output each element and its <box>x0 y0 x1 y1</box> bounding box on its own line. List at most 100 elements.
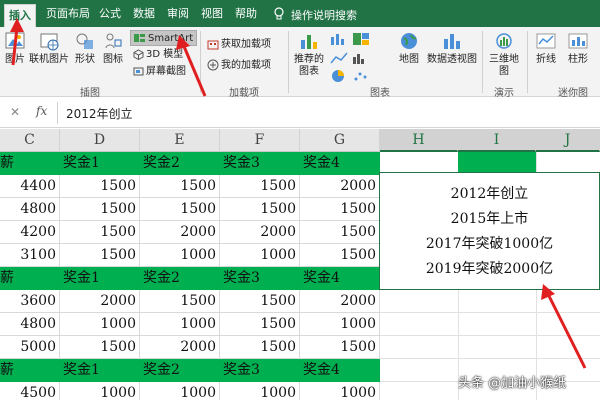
table-cell[interactable]: 1500 <box>60 221 140 244</box>
smartart-button[interactable]: SmartArt <box>130 30 198 46</box>
table-cell[interactable]: 2000 <box>140 221 220 244</box>
table-cell[interactable]: 1500 <box>60 198 140 221</box>
tab-data[interactable]: 数据 <box>130 6 158 27</box>
insert-function-icon[interactable]: fx <box>36 104 47 118</box>
table-cell[interactable]: 1500 <box>220 336 300 359</box>
green-filled-cell[interactable] <box>458 152 536 173</box>
table-cell[interactable]: 1500 <box>220 290 300 313</box>
cell-grid[interactable]: 薪 奖金1 奖金2 奖金3 奖金4 4400 1500 1500 1500 20… <box>0 152 600 400</box>
table-cell[interactable]: 2000 <box>220 221 300 244</box>
table-cell[interactable]: 1500 <box>300 336 380 359</box>
table-cell[interactable]: 1500 <box>300 198 380 221</box>
table-cell[interactable]: 奖金3 <box>220 267 300 290</box>
pivot-chart-button[interactable]: 数据透视图 <box>426 30 478 66</box>
table-cell[interactable]: 奖金1 <box>60 359 140 382</box>
online-picture-button[interactable]: 联机图片 <box>28 30 70 66</box>
worksheet[interactable]: C D E F G H I J 薪 奖金1 奖金2 奖金3 奖金4 4400 1… <box>0 129 600 400</box>
table-cell[interactable]: 1500 <box>60 244 140 267</box>
table-cell[interactable]: 1500 <box>140 175 220 198</box>
column-header-g[interactable]: G <box>300 129 380 152</box>
table-cell[interactable]: 1000 <box>140 244 220 267</box>
table-cell[interactable]: 1000 <box>300 382 380 400</box>
3d-map-button[interactable]: 三维地图 <box>486 30 522 78</box>
statistic-chart-icon[interactable] <box>352 51 370 65</box>
line-chart-icon[interactable] <box>330 51 348 65</box>
column-header-d[interactable]: D <box>60 129 140 152</box>
table-cell[interactable]: 1500 <box>140 198 220 221</box>
table-cell[interactable]: 2000 <box>300 290 380 313</box>
column-header-j[interactable]: J <box>536 129 600 152</box>
table-cell[interactable]: 1000 <box>140 313 220 336</box>
table-cell[interactable]: 4500 <box>0 382 60 400</box>
column-header-c[interactable]: C <box>0 129 60 152</box>
column-header-e[interactable]: E <box>140 129 220 152</box>
tab-review[interactable]: 审阅 <box>164 6 192 27</box>
table-cell[interactable]: 1500 <box>220 175 300 198</box>
table-cell[interactable]: 奖金4 <box>300 359 380 382</box>
table-cell[interactable]: 1000 <box>300 313 380 336</box>
sparkline-column-button[interactable]: 柱形 <box>564 30 592 66</box>
table-cell[interactable]: 3100 <box>0 244 60 267</box>
3d-model-button[interactable]: 3D 模型 <box>133 47 183 63</box>
sparkline-line-button[interactable]: 折线 <box>532 30 560 66</box>
table-cell[interactable]: 奖金2 <box>140 359 220 382</box>
cancel-edit-icon[interactable]: ✕ <box>10 105 20 119</box>
table-cell[interactable]: 薪 <box>0 267 60 290</box>
table-cell[interactable]: 奖金4 <box>300 267 380 290</box>
tell-me-search[interactable]: 操作说明搜索 <box>291 7 357 23</box>
icons-button[interactable]: 图标 <box>100 30 126 66</box>
table-cell[interactable]: 1000 <box>140 382 220 400</box>
tab-view[interactable]: 视图 <box>198 6 226 27</box>
get-addins-button[interactable]: 获取加载项 <box>207 37 271 53</box>
tab-formulas[interactable]: 公式 <box>96 6 124 27</box>
table-cell[interactable]: 1000 <box>60 313 140 336</box>
table-cell[interactable]: 1500 <box>300 244 380 267</box>
table-cell[interactable]: 4200 <box>0 221 60 244</box>
my-addins-button[interactable]: 我的加载项 <box>207 58 271 74</box>
table-cell[interactable]: 2000 <box>140 336 220 359</box>
text-box[interactable]: 2012年创立 2015年上市 2017年突破1000亿 2019年突破2000… <box>379 172 600 290</box>
table-cell[interactable]: 4800 <box>0 198 60 221</box>
table-cell[interactable]: 奖金1 <box>60 267 140 290</box>
table-cell[interactable]: 薪 <box>0 359 60 382</box>
column-header-i[interactable]: I <box>458 129 536 152</box>
screenshot-button[interactable]: 屏幕截图 <box>133 64 186 80</box>
table-cell[interactable]: 奖金2 <box>140 267 220 290</box>
table-cell[interactable]: 薪 <box>0 152 60 175</box>
tab-help[interactable]: 帮助 <box>232 6 260 27</box>
column-header-f[interactable]: F <box>220 129 300 152</box>
table-cell[interactable]: 奖金3 <box>220 359 300 382</box>
column-chart-icon[interactable] <box>330 32 348 46</box>
tab-insert[interactable]: 插入 <box>4 4 36 27</box>
shapes-button[interactable]: 形状 <box>72 30 98 66</box>
table-cell[interactable]: 1500 <box>60 336 140 359</box>
table-cell[interactable]: 1500 <box>220 198 300 221</box>
table-cell[interactable]: 奖金4 <box>300 152 380 175</box>
column-header-h[interactable]: H <box>380 129 458 152</box>
scatter-chart-icon[interactable] <box>352 69 370 83</box>
pie-chart-icon[interactable] <box>330 69 348 83</box>
table-cell[interactable]: 1500 <box>220 313 300 336</box>
table-cell[interactable]: 1000 <box>220 382 300 400</box>
maps-button[interactable]: 地图 <box>396 30 422 66</box>
table-cell[interactable]: 1500 <box>300 221 380 244</box>
tab-page-layout[interactable]: 页面布局 <box>44 6 92 27</box>
table-cell[interactable]: 1000 <box>60 382 140 400</box>
picture-button[interactable]: 图片 <box>2 30 28 66</box>
recommended-charts-button[interactable]: 推荐的图表 <box>292 30 326 78</box>
hierarchy-chart-icon[interactable] <box>352 32 370 46</box>
table-cell[interactable]: 3600 <box>0 290 60 313</box>
table-cell[interactable]: 2000 <box>60 290 140 313</box>
table-cell[interactable]: 1000 <box>220 244 300 267</box>
table-cell[interactable]: 4400 <box>0 175 60 198</box>
table-cell[interactable]: 奖金3 <box>220 152 300 175</box>
table-cell[interactable]: 奖金1 <box>60 152 140 175</box>
table-cell[interactable]: 1500 <box>60 175 140 198</box>
icons-label: 图标 <box>103 54 123 65</box>
table-cell[interactable]: 5000 <box>0 336 60 359</box>
table-cell[interactable]: 4800 <box>0 313 60 336</box>
table-cell[interactable]: 1500 <box>140 290 220 313</box>
table-cell[interactable]: 2000 <box>300 175 380 198</box>
formula-input[interactable]: 2012年创立 <box>66 105 133 122</box>
table-cell[interactable]: 奖金2 <box>140 152 220 175</box>
